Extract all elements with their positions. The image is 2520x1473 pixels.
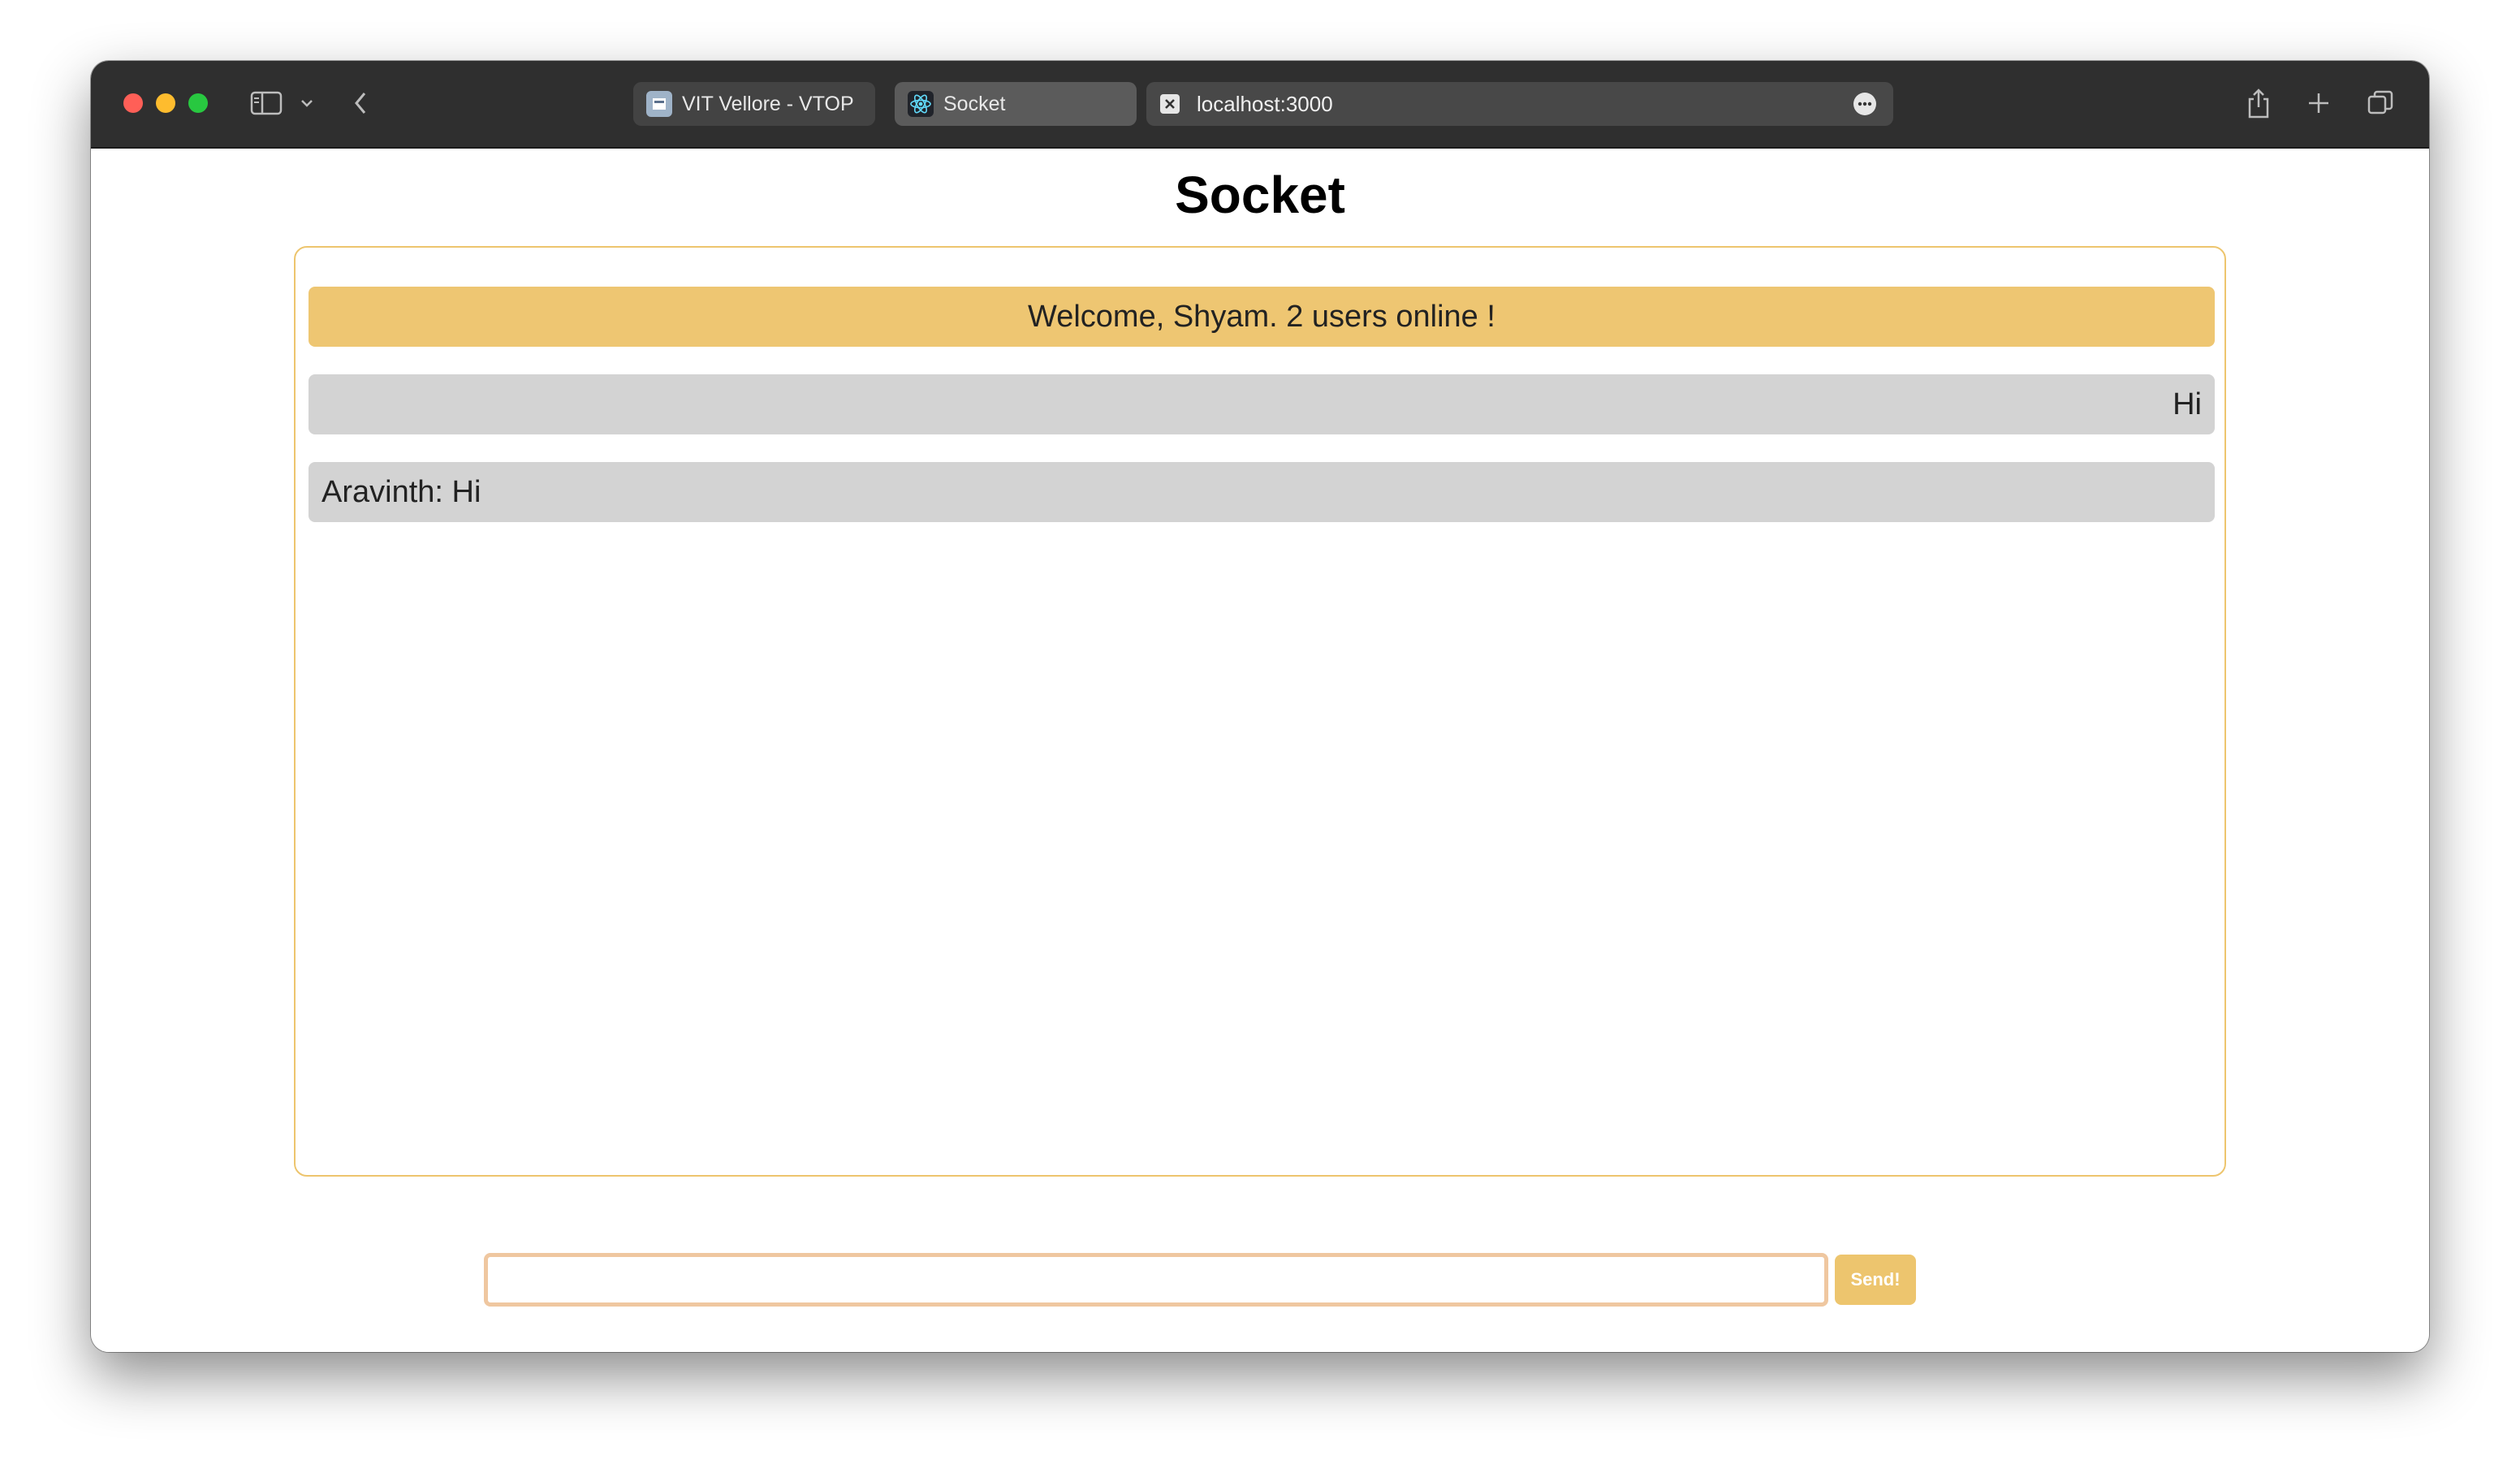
tab-vit-vellore[interactable]: VIT Vellore - VTOP bbox=[633, 82, 875, 126]
new-tab-icon[interactable] bbox=[2304, 85, 2333, 121]
page-content: Socket Welcome, Shyam. 2 users online ! … bbox=[91, 149, 2429, 1352]
chat-messages-panel[interactable]: Welcome, Shyam. 2 users online ! Hi Arav… bbox=[294, 246, 2226, 1177]
site-favicon-icon bbox=[1159, 93, 1180, 114]
sidebar-toggle-icon[interactable] bbox=[247, 85, 286, 121]
tab-socket[interactable]: Socket bbox=[895, 82, 1137, 126]
zoom-window-button[interactable] bbox=[188, 93, 208, 113]
react-favicon-icon bbox=[908, 91, 934, 117]
browser-window: VIT Vellore - VTOP Socket localhost:3000 bbox=[91, 61, 2429, 1352]
chevron-down-icon[interactable] bbox=[297, 85, 317, 121]
vtop-favicon-icon bbox=[646, 91, 672, 117]
send-button[interactable]: Send! bbox=[1835, 1255, 1916, 1305]
own-message: Hi bbox=[309, 374, 2215, 434]
tab-label: VIT Vellore - VTOP bbox=[682, 92, 854, 115]
url-text: localhost:3000 bbox=[1197, 91, 1333, 116]
page-title: Socket bbox=[1175, 166, 1345, 224]
back-icon[interactable] bbox=[347, 85, 373, 121]
message-input[interactable] bbox=[484, 1253, 1828, 1307]
welcome-banner: Welcome, Shyam. 2 users online ! bbox=[309, 287, 2215, 347]
tab-label: Socket bbox=[943, 92, 1006, 115]
close-window-button[interactable] bbox=[123, 93, 143, 113]
tab-overview-icon[interactable] bbox=[2364, 85, 2397, 121]
browser-toolbar: VIT Vellore - VTOP Socket localhost:3000 bbox=[91, 61, 2429, 149]
minimize-window-button[interactable] bbox=[156, 93, 175, 113]
share-icon[interactable] bbox=[2244, 85, 2273, 121]
incoming-message: Aravinth: Hi bbox=[309, 462, 2215, 522]
more-options-icon[interactable] bbox=[1853, 92, 1877, 116]
address-bar[interactable]: localhost:3000 bbox=[1146, 82, 1893, 126]
